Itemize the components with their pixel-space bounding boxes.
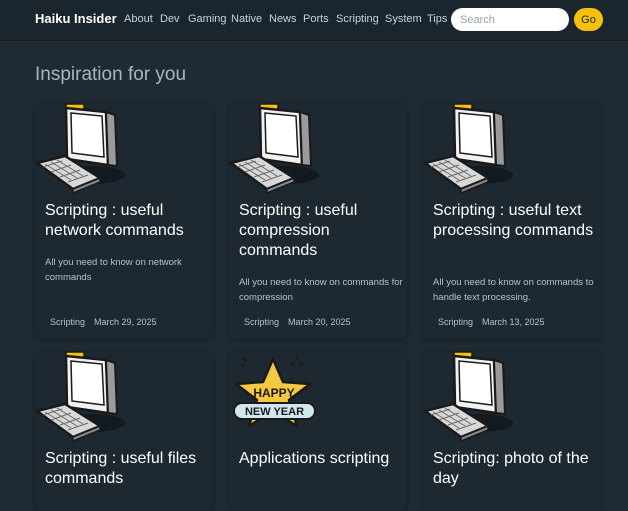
site-brand[interactable]: Haiku Insider: [35, 11, 117, 26]
article-card[interactable]: Scripting : useful compression commands …: [229, 103, 407, 339]
go-button[interactable]: Go: [574, 8, 603, 31]
card-date: March 20, 2025: [288, 317, 351, 327]
card-description: All you need to know on network commands: [45, 257, 182, 283]
top-navbar: Haiku Insider About Dev Gaming Native Ne…: [0, 0, 628, 40]
card-description: All you need to know on commands to hand…: [433, 277, 594, 303]
computer-icon: [423, 351, 515, 441]
new-year-text: NEW YEAR: [245, 406, 304, 418]
card-title[interactable]: Applications scripting: [239, 449, 404, 469]
nav-link-dev[interactable]: Dev: [160, 13, 180, 25]
nav-link-news[interactable]: News: [269, 13, 297, 25]
nav-link-ports[interactable]: Ports: [303, 13, 329, 25]
card-title[interactable]: Scripting : useful files commands: [45, 449, 210, 489]
article-card[interactable]: Scripting : useful network commands All …: [35, 103, 213, 339]
computer-icon: [423, 103, 515, 193]
article-card[interactable]: HAPPY NEW YEAR Applications scripting: [229, 351, 407, 511]
computer-icon: [35, 103, 127, 193]
nav-link-scripting[interactable]: Scripting: [336, 13, 379, 25]
happy-text: HAPPY: [253, 386, 294, 400]
card-category[interactable]: Scripting: [244, 317, 279, 327]
nav-link-system[interactable]: System: [385, 13, 422, 25]
computer-icon: [229, 103, 321, 193]
nav-link-native[interactable]: Native: [231, 13, 262, 25]
section-title: Inspiration for you: [35, 64, 187, 85]
nav-link-tips[interactable]: Tips: [427, 13, 447, 25]
search-input[interactable]: [451, 8, 569, 31]
happy-new-year-icon: HAPPY NEW YEAR: [233, 356, 316, 428]
article-card[interactable]: Scripting : useful text processing comma…: [423, 103, 601, 339]
card-date: March 13, 2025: [482, 317, 545, 327]
card-title[interactable]: Scripting : useful compression commands: [239, 201, 404, 261]
article-card[interactable]: Scripting : useful files commands: [35, 351, 213, 511]
card-title[interactable]: Scripting : useful network commands: [45, 201, 210, 241]
card-title[interactable]: Scripting: photo of the day: [433, 449, 598, 489]
card-description: All you need to know on commands for com…: [239, 277, 403, 303]
card-title[interactable]: Scripting : useful text processing comma…: [433, 201, 598, 241]
nav-link-about[interactable]: About: [124, 13, 153, 25]
computer-icon: [35, 351, 127, 441]
card-category[interactable]: Scripting: [438, 317, 473, 327]
card-category[interactable]: Scripting: [50, 317, 85, 327]
nav-link-gaming[interactable]: Gaming: [188, 13, 227, 25]
article-card[interactable]: Scripting: photo of the day: [423, 351, 601, 511]
card-date: March 29, 2025: [94, 317, 157, 327]
